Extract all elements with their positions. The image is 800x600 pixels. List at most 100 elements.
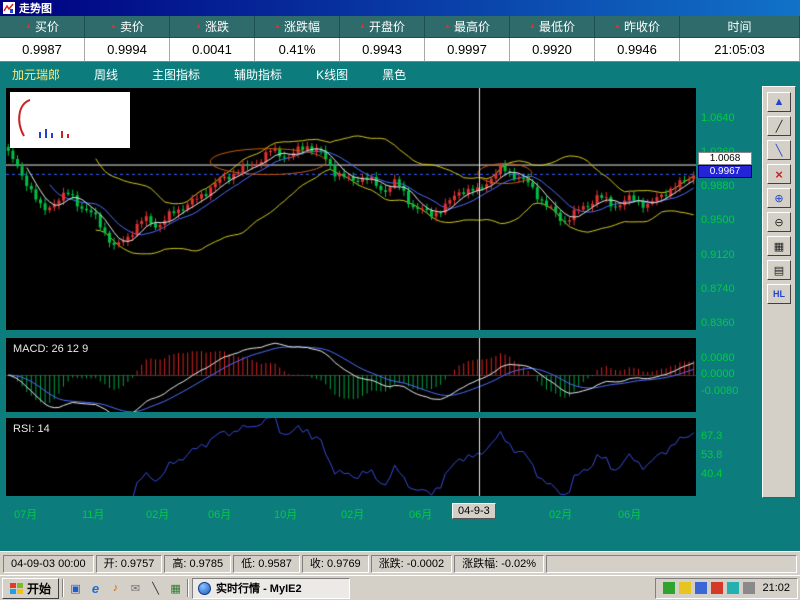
x-axis-label: 02月 <box>341 506 364 522</box>
pen-icon[interactable]: ╲ <box>147 580 164 597</box>
taskbar: 开始 ▣ e ♪ ✉ ╲ ▦ 实时行情 - MyIE2 21:02 <box>0 575 800 600</box>
macd-tick: 0.0000 <box>701 368 759 380</box>
delete-x-icon: × <box>775 167 783 182</box>
low-header: ▲最低价 <box>510 16 595 38</box>
grid-toggle-button[interactable]: ▤ <box>767 260 791 280</box>
media-icon[interactable]: ♪ <box>107 580 124 597</box>
x-axis-label: 11月 <box>82 506 104 522</box>
window-titlebar[interactable]: 走势图 <box>0 0 800 16</box>
arrow-icon: ▲ <box>774 96 785 108</box>
tray-icon[interactable] <box>679 582 691 594</box>
tray-icon[interactable] <box>727 582 739 594</box>
menu-bar: 加元瑞郎 周线 主图指标 辅助指标 K线图 黑色 <box>0 62 800 86</box>
zoom-in-button[interactable]: ⊕ <box>767 188 791 208</box>
status-close: 收: 0.9769 <box>302 555 369 573</box>
windows-flag-icon <box>10 583 23 594</box>
status-date: 04-09-03 00:00 <box>3 555 94 573</box>
tray-clock[interactable]: 21:02 <box>762 582 790 594</box>
menu-color[interactable]: 黑色 <box>382 66 406 83</box>
rsi-tick: 40.4 <box>701 468 759 480</box>
rsi-label: RSI: 14 <box>13 423 50 435</box>
high-low-icon: HL <box>773 289 785 299</box>
chart-inset-box <box>10 92 130 148</box>
panel-layout-icon: ▦ <box>774 240 784 253</box>
up-arrow-icon: ▲ <box>25 23 32 30</box>
high-value: 0.9997 <box>425 38 510 62</box>
zoom-in-icon: ⊕ <box>774 192 783 205</box>
tray-icon[interactable] <box>711 582 723 594</box>
trading-app-window: 走势图 ▲买价 ▲卖价 ▲涨跌 ▲涨跌幅 ▲开盘价 ▲最高价 ▲最低价 ▲昨收价… <box>0 0 800 600</box>
x-axis-label: 06月 <box>618 506 641 522</box>
price-tick: 0.8740 <box>701 283 759 295</box>
prev-close-header: ▲昨收价 <box>595 16 680 38</box>
open-header: ▲开盘价 <box>340 16 425 38</box>
price-tick: 1.0640 <box>701 112 759 124</box>
x-axis-label: 06月 <box>409 506 432 522</box>
trendline-tool-button[interactable]: ╲ <box>767 140 791 160</box>
app-icon <box>3 2 15 14</box>
inset-scribble-icon <box>10 92 130 148</box>
macd-tick: 0.0080 <box>701 352 759 364</box>
mail-icon[interactable]: ✉ <box>127 580 144 597</box>
zoom-out-button[interactable]: ⊖ <box>767 212 791 232</box>
hline-price-tag: 1.0068 <box>698 152 752 165</box>
up-arrow-icon: ▲ <box>274 23 281 30</box>
x-axis-label: 06月 <box>208 506 231 522</box>
rsi-chart-canvas[interactable] <box>6 418 696 496</box>
drawing-toolbar: ▲ ╱ ╲ × ⊕ ⊖ ▦ ▤ HL <box>762 86 796 498</box>
quote-header-values: 0.9987 0.9994 0.0041 0.41% 0.9943 0.9997… <box>0 38 800 62</box>
open-value: 0.9943 <box>340 38 425 62</box>
x-axis-label: 02月 <box>549 506 572 522</box>
grid-icon[interactable]: ▦ <box>167 580 184 597</box>
prev-close-value: 0.9946 <box>595 38 680 62</box>
change-value: 0.0041 <box>170 38 255 62</box>
menu-sub-indicator[interactable]: 辅助指标 <box>234 66 282 83</box>
panel-layout-button[interactable]: ▦ <box>767 236 791 256</box>
rsi-tick: 53.8 <box>701 449 759 461</box>
up-arrow-icon: ▲ <box>444 23 451 30</box>
browser-icon[interactable]: e <box>87 580 104 597</box>
tray-icon[interactable] <box>743 582 755 594</box>
change-header: ▲涨跌 <box>170 16 255 38</box>
selected-date-label: 04-9-3 <box>452 503 496 519</box>
quote-header-labels: ▲买价 ▲卖价 ▲涨跌 ▲涨跌幅 ▲开盘价 ▲最高价 ▲最低价 ▲昨收价 时间 <box>0 16 800 38</box>
bid-price-value: 0.9987 <box>0 38 85 62</box>
bid-price-header: ▲买价 <box>0 16 85 38</box>
macd-tick: -0.0080 <box>701 385 759 397</box>
high-low-button[interactable]: HL <box>767 284 791 304</box>
start-button[interactable]: 开始 <box>2 578 59 599</box>
price-tick: 0.8360 <box>701 317 759 329</box>
menu-main-indicator[interactable]: 主图指标 <box>152 66 200 83</box>
show-desktop-icon[interactable]: ▣ <box>67 580 84 597</box>
time-header: 时间 <box>680 16 800 38</box>
menu-instrument[interactable]: 加元瑞郎 <box>12 66 60 83</box>
delete-tool-button[interactable]: × <box>767 164 791 184</box>
status-high: 高: 0.9785 <box>164 555 231 573</box>
change-pct-header: ▲涨跌幅 <box>255 16 340 38</box>
up-arrow-icon: ▲ <box>359 23 366 30</box>
ask-price-value: 0.9994 <box>85 38 170 62</box>
menu-chart-type[interactable]: K线图 <box>316 66 348 83</box>
task-button-myie2[interactable]: 实时行情 - MyIE2 <box>192 578 350 599</box>
trendline-icon: ╲ <box>776 144 783 157</box>
price-tick: 0.9500 <box>701 214 759 226</box>
line-tool-button[interactable]: ╱ <box>767 116 791 136</box>
price-tick: 0.9880 <box>701 180 759 192</box>
current-price-tag: 0.9967 <box>698 165 752 178</box>
macd-label: MACD: 26 12 9 <box>13 343 88 355</box>
arrow-tool-button[interactable]: ▲ <box>767 92 791 112</box>
globe-icon <box>198 582 211 595</box>
high-header: ▲最高价 <box>425 16 510 38</box>
up-arrow-icon: ▲ <box>195 23 202 30</box>
status-filler <box>546 555 797 573</box>
status-change-pct: 涨跌幅: -0.02% <box>454 555 544 573</box>
macd-chart-canvas[interactable] <box>6 338 696 412</box>
time-value: 21:05:03 <box>680 38 800 62</box>
status-low: 低: 0.9587 <box>233 555 300 573</box>
tray-icon[interactable] <box>695 582 707 594</box>
rsi-tick: 67.3 <box>701 430 759 442</box>
x-axis-label: 02月 <box>146 506 169 522</box>
menu-period[interactable]: 周线 <box>94 66 118 83</box>
tray-icon[interactable] <box>663 582 675 594</box>
zoom-out-icon: ⊖ <box>774 216 783 229</box>
